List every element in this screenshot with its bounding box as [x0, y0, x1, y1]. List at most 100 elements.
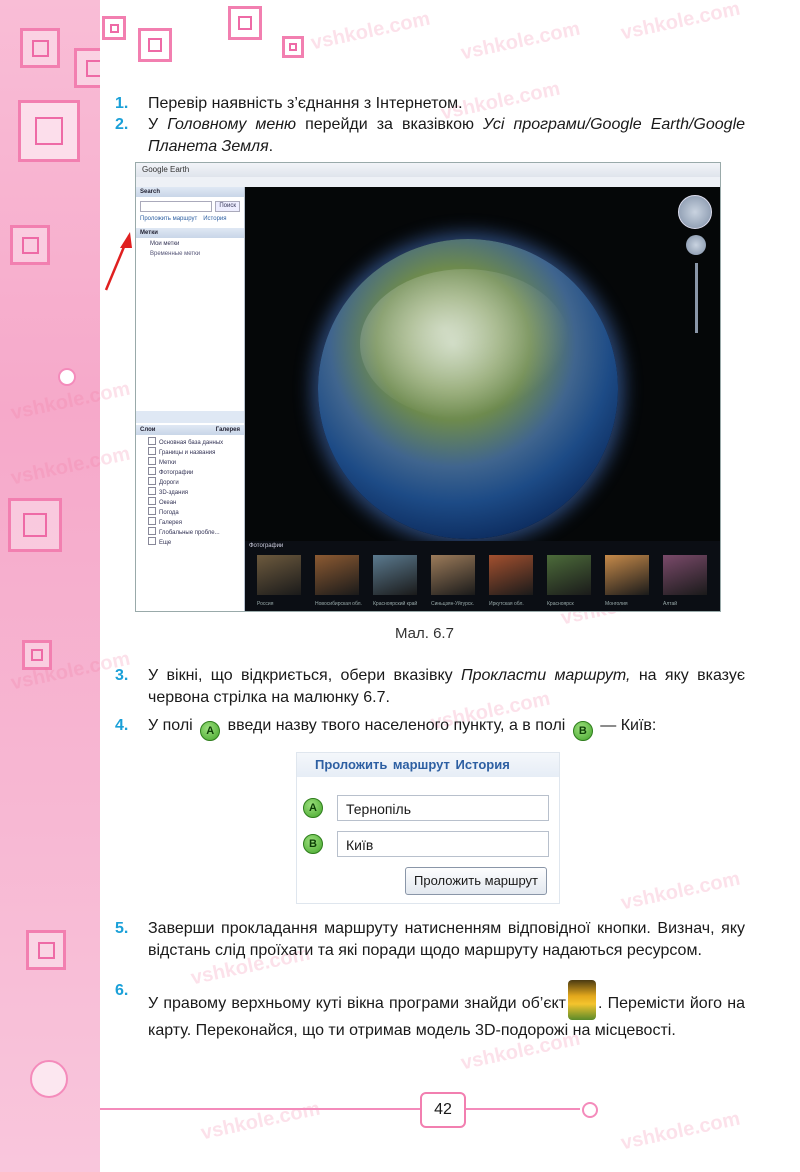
step-1: 1. Перевір наявність з’єднання з Інтерне… — [115, 93, 745, 115]
layer-item[interactable]: Глобальные пробле... — [148, 527, 242, 537]
photo-thumbnail[interactable] — [431, 555, 475, 595]
photo-label: Алтай — [663, 601, 678, 607]
route-link[interactable]: Проложить маршрут — [140, 216, 197, 222]
menu-bar — [136, 177, 720, 187]
layer-item[interactable]: Метки — [148, 457, 242, 467]
search-row: Поиск — [136, 197, 244, 216]
decor-square — [138, 28, 172, 62]
zoom-slider[interactable] — [695, 263, 698, 333]
decor-square — [22, 640, 52, 670]
figure-caption: Мал. 6.7 — [395, 625, 454, 642]
step-text: У полі A введи назву твого населеного пу… — [148, 715, 745, 741]
step-number: 6. — [115, 982, 129, 999]
step-text-part: У — [148, 116, 168, 133]
layer-item[interactable]: Границы и названия — [148, 447, 242, 457]
step-4: 4. У полі A введи назву твого населеного… — [115, 715, 745, 741]
at-sign-icon — [30, 1060, 68, 1098]
decor-circuit-node — [582, 1102, 598, 1118]
watermark: vshkole.com — [308, 7, 433, 55]
decor-square — [74, 48, 100, 88]
layer-item[interactable]: Дороги — [148, 477, 242, 487]
step-2: 2. У Головному меню перейди за вказівкою… — [115, 114, 745, 158]
layers-list: Основная база данных Границы и названия Ме… — [148, 437, 242, 547]
step-text-part: Головному меню — [167, 116, 297, 133]
photo-label: Красноярский край — [373, 601, 418, 607]
step-text-part: У правому верхньому куті вікна програми … — [148, 995, 567, 1012]
layer-item[interactable]: Фотографии — [148, 467, 242, 477]
photo-label: Россия — [257, 601, 274, 607]
step-text-part: У вікні, що відкриється, обери вказівку — [148, 667, 461, 684]
watermark: vshkole.com — [198, 1097, 323, 1145]
step-5: 5. Заверши прокладання маршруту натиснен… — [115, 918, 745, 962]
photo-thumbnail[interactable] — [605, 555, 649, 595]
pegman-icon — [568, 980, 597, 1020]
pegman-control-icon[interactable] — [686, 235, 706, 255]
photo-thumbnail[interactable] — [489, 555, 533, 595]
build-route-button[interactable]: Проложить маршрут — [405, 867, 547, 895]
step-6: 6. У правому верхньому куті вікна програ… — [115, 980, 745, 1042]
layers-panel-header: Слои Галерея — [136, 425, 244, 435]
layer-item[interactable]: Океан — [148, 497, 242, 507]
end-point-input[interactable]: Київ — [337, 831, 549, 857]
navigation-control-icon[interactable] — [678, 195, 712, 229]
step-text-part: Перевір наявність з’єднання з Інтернетом… — [148, 95, 463, 112]
badge-a-icon: A — [303, 798, 323, 818]
search-input[interactable] — [140, 201, 213, 212]
red-arrow-icon — [104, 232, 132, 291]
route-tabs: Проложить маршрут История — [136, 216, 244, 222]
layer-item[interactable]: Погода — [148, 507, 242, 517]
layer-item[interactable]: 3D-здания — [148, 487, 242, 497]
step-text-part: Прокласти маршрут, — [461, 667, 631, 684]
photo-label: Синьцзян-Уйгурск. — [431, 601, 474, 607]
step-text: Перевір наявність з’єднання з Інтернетом… — [148, 93, 745, 115]
photo-thumbnail[interactable] — [373, 555, 417, 595]
decor-square — [18, 100, 80, 162]
step-text: У вікні, що відкриється, обери вказівку … — [148, 665, 745, 709]
photo-thumbnail[interactable] — [547, 555, 591, 595]
earth-globe — [318, 239, 618, 539]
photo-label: Новосибирская обл. — [315, 601, 362, 607]
decor-square — [102, 16, 126, 40]
step-text-part: — Київ: — [600, 717, 657, 734]
step-3: 3. У вікні, що відкриється, обери вказів… — [115, 665, 745, 709]
photo-thumbnail[interactable] — [663, 555, 707, 595]
panel-toolbar — [136, 411, 244, 423]
photo-label: Красноярск — [547, 601, 574, 607]
layer-item[interactable]: Еще — [148, 537, 242, 547]
photo-thumbnail[interactable] — [315, 555, 359, 595]
decor-square — [282, 36, 304, 58]
route-row-b: B Київ — [303, 831, 553, 859]
history-link[interactable]: История — [203, 216, 226, 222]
gallery-button[interactable]: Галерея — [216, 425, 244, 435]
route-panel-tabs: Проложить маршрут История — [297, 753, 559, 777]
decor-square — [228, 6, 262, 40]
tab-history[interactable]: История — [456, 757, 510, 772]
layer-item[interactable]: Галерея — [148, 517, 242, 527]
decor-square — [20, 28, 60, 68]
badge-a-icon: A — [200, 721, 221, 741]
step-text: У Головному меню перейди за вказівкою Ус… — [148, 114, 745, 158]
decor-square — [26, 930, 66, 970]
step-number: 4. — [115, 717, 129, 734]
step-text-part: перейди за вказівкою — [296, 116, 484, 133]
watermark: vshkole.com — [618, 1107, 743, 1155]
footer-line — [100, 1108, 430, 1110]
photos-header: Фотографии — [249, 543, 284, 549]
map-view[interactable]: Фотографии Россия Новосибирская обл. Красн… — [245, 187, 720, 611]
route-panel: Проложить маршрут История A Тернопіль B … — [296, 752, 560, 904]
step-text-part: введи назву твого населеного пункту, а в… — [227, 717, 566, 734]
badge-b-icon: B — [303, 834, 323, 854]
search-button[interactable]: Поиск — [215, 201, 240, 212]
tab-route[interactable]: Проложить маршрут — [315, 757, 450, 772]
search-panel-header: Search — [136, 187, 244, 197]
photo-thumbnail[interactable] — [257, 555, 301, 595]
route-row-a: A Тернопіль — [303, 795, 553, 823]
step-text: Заверши прокладання маршруту натисненням… — [148, 920, 745, 959]
layer-item[interactable]: Основная база данных — [148, 437, 242, 447]
window-title: Google Earth — [136, 163, 720, 177]
watermark: vshkole.com — [618, 0, 743, 45]
start-point-input[interactable]: Тернопіль — [337, 795, 549, 821]
decor-square — [10, 225, 50, 265]
decor-circuit-node — [58, 368, 76, 386]
photo-label: Иркутская обл. — [489, 601, 524, 607]
